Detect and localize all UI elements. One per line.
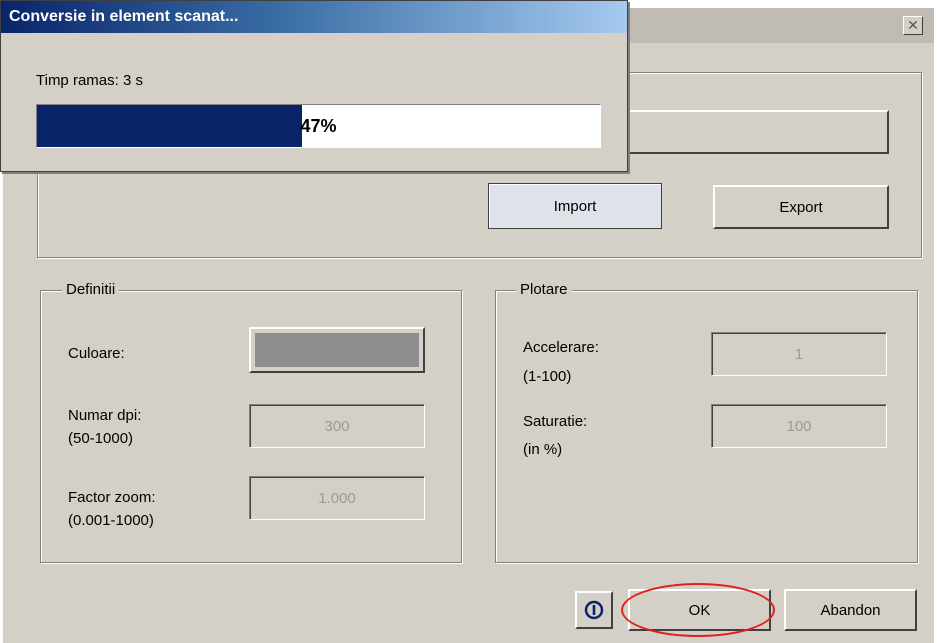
sat-range: (in %) [523,441,563,458]
definitii-legend: Definitii [62,281,120,298]
plotare-legend: Plotare [516,281,572,298]
culoare-label: Culoare: [68,345,125,362]
info-icon [584,600,604,620]
abandon-button-label: Abandon [820,601,881,619]
info-button[interactable] [575,591,613,629]
accel-input[interactable]: 1 [711,332,887,376]
sat-label: Saturatie: [523,413,588,430]
dpi-input[interactable]: 300 [249,404,425,448]
import-button-label: Import [553,197,597,215]
close-icon: ✕ [907,17,919,33]
zoom-label: Factor zoom: [68,489,156,506]
import-button[interactable]: Import [488,183,662,229]
zoom-input[interactable]: 1.000 [249,476,425,520]
ok-highlight-annotation [621,583,775,637]
accel-label: Accelerare: [523,339,599,356]
export-button-label: Export [779,198,823,216]
close-button[interactable]: ✕ [903,16,923,35]
abandon-button[interactable]: Abandon [784,589,917,631]
progress-percent: 47% [300,116,337,136]
export-button[interactable]: Export [713,185,889,229]
dpi-label: Numar dpi: [68,407,142,424]
color-swatch [255,333,419,367]
dpi-range: (50-1000) [68,430,134,447]
zoom-range: (0.001-1000) [68,512,154,529]
progress-dialog-title: Conversie in element scanat... [1,1,627,33]
accel-range: (1-100) [523,368,572,385]
sat-input[interactable]: 100 [711,404,887,448]
path-field-button[interactable] [625,110,889,154]
color-swatch-button[interactable] [249,327,425,373]
time-remaining: Timp ramas: 3 s [36,72,143,89]
